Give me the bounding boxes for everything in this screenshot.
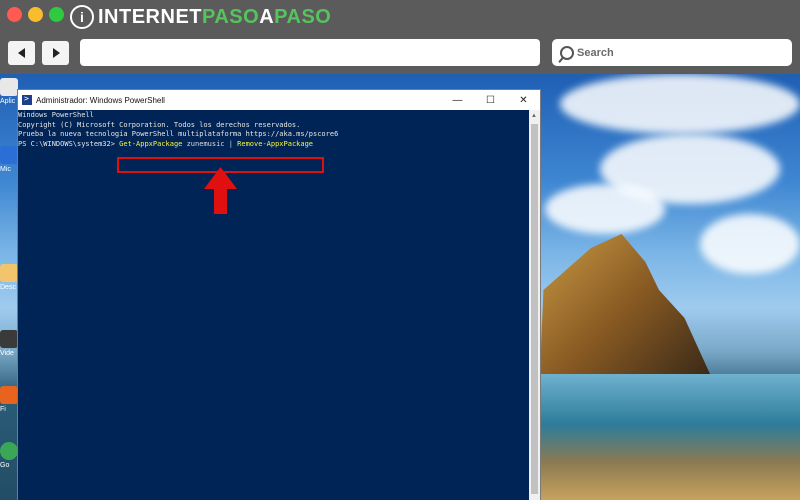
red-up-arrow-icon [204,167,237,214]
folder-icon [0,264,18,282]
minimize-button[interactable]: — [441,95,474,106]
browser-titlebar: i INTERNETPASOAPASO [0,0,800,34]
minimize-window-button[interactable] [28,7,43,22]
app-icon [0,146,18,164]
forward-arrow-icon [52,48,60,58]
search-input[interactable]: Search [552,39,792,66]
desktop-icon-label: Aplic [0,98,16,105]
desktop-icon-label: Go [0,462,10,469]
console-line: Copyright (C) Microsoft Corporation. Tod… [18,120,301,129]
back-button[interactable] [8,41,35,65]
desktop-icon-label: Vide [0,350,14,357]
scrollbar[interactable]: ▲ [529,110,540,500]
wallpaper-rock [540,234,710,374]
close-button[interactable]: ✕ [507,95,540,106]
command-argument: zunemusic [182,139,229,148]
search-icon [560,45,574,60]
console-line: Prueba la nueva tecnología PowerShell mu… [18,130,339,138]
powershell-icon [22,94,32,105]
wallpaper-sea [540,374,800,500]
scrollbar-thumb[interactable] [531,124,538,494]
site-logo[interactable]: i INTERNETPASOAPASO [70,3,331,31]
wallpaper-cloud [545,184,665,234]
search-placeholder: Search [577,46,614,59]
scroll-up-icon[interactable]: ▲ [531,113,537,119]
console-output[interactable]: Windows PowerShell Copyright (C) Microso… [18,110,530,500]
forward-button[interactable] [42,41,69,65]
powershell-titlebar[interactable]: Administrador: Windows PowerShell — ☐ ✕ [18,90,540,110]
window-title: Administrador: Windows PowerShell [36,95,165,105]
desktop-icon-label: Mic [0,166,11,173]
app-icon [0,78,18,96]
wallpaper-cloud [700,214,800,274]
console-line: Windows PowerShell [18,111,94,119]
command-remove-appxpackage: Remove-AppxPackage [232,139,314,148]
chrome-icon [0,442,18,460]
back-arrow-icon [17,48,25,58]
maximize-button[interactable]: ☐ [474,95,507,106]
command-get-appxpackage: Get-AppxPackage [119,139,183,148]
logo-text: INTERNETPASOAPASO [98,5,332,28]
desktop-icon-label: Fi [0,406,6,413]
desktop-icon-label: Desc [0,284,16,291]
screen: i INTERNETPASOAPASO Search Aplic Mic Des… [0,0,800,500]
address-bar[interactable] [80,39,540,66]
command-line[interactable]: PS C:\WINDOWS\system32> Get-AppxPackage … [18,140,530,150]
maximize-window-button[interactable] [49,7,64,22]
console-prompt: PS C:\WINDOWS\system32> [18,139,120,148]
video-icon [0,330,18,348]
firefox-icon [0,386,18,404]
powershell-window[interactable]: Administrador: Windows PowerShell — ☐ ✕ … [17,89,541,500]
logo-mark-icon: i [70,5,94,29]
browser-navbar: Search [0,34,800,74]
close-window-button[interactable] [7,7,22,22]
wallpaper-cloud [560,74,800,134]
